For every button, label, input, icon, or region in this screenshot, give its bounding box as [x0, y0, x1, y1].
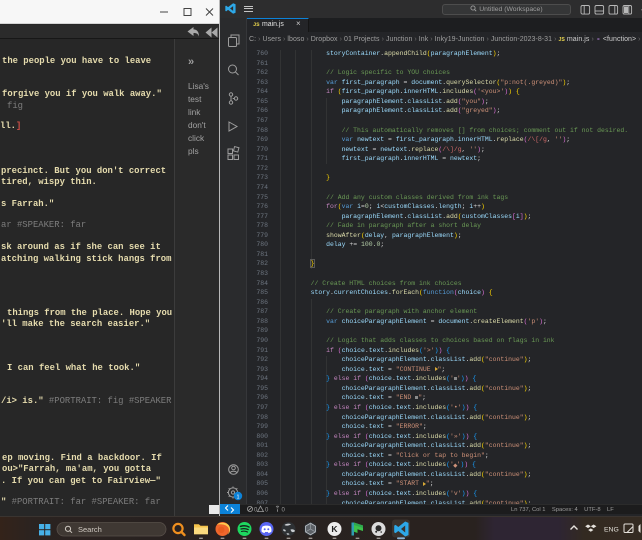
svg-text:0: 0: [254, 508, 258, 514]
svg-text:1: 1: [236, 494, 239, 500]
svg-text:0: 0: [282, 508, 286, 514]
svg-text:0: 0: [265, 508, 269, 514]
svg-text:K: K: [331, 524, 338, 534]
svg-text:ENG: ENG: [604, 527, 619, 534]
svg-text:Search: Search: [78, 525, 102, 534]
